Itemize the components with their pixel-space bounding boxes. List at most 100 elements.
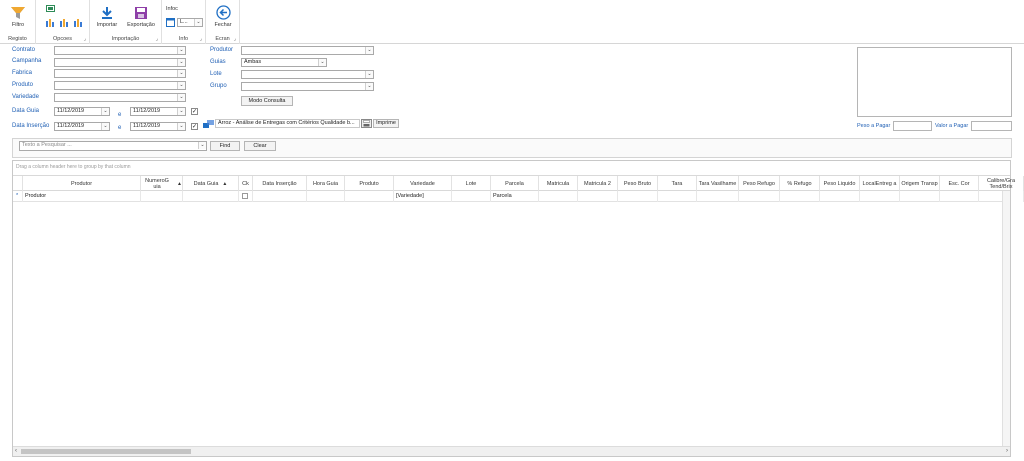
filter-cell[interactable]: [618, 191, 658, 202]
grupo-combo[interactable]: ⌄: [241, 82, 374, 91]
filter-cell[interactable]: Produtor: [23, 191, 141, 202]
column-header[interactable]: Peso Refugo: [739, 176, 780, 192]
printer-icon[interactable]: [361, 119, 372, 128]
group-panel[interactable]: Drag a column header here to group by th…: [13, 161, 1010, 175]
column-header[interactable]: % Refugo: [780, 176, 820, 192]
chevron-down-icon: ⌄: [365, 47, 373, 54]
campanha-combo[interactable]: ⌄: [54, 58, 186, 67]
guias-combo[interactable]: Ambas ⌄: [241, 58, 327, 67]
column-header[interactable]: Produtor: [23, 176, 141, 192]
data-insercao-from[interactable]: 11/12/2019 ⌄: [54, 122, 110, 131]
column-header[interactable]: NumeroG uia ▲: [141, 176, 183, 192]
options-small-icon[interactable]: [46, 5, 55, 12]
dialog-launcher-icon[interactable]: ⌟: [84, 36, 86, 42]
clear-button[interactable]: Clear: [244, 141, 276, 151]
column-header[interactable]: Variedade: [394, 176, 452, 192]
column-header[interactable]: Peso Bruto: [618, 176, 658, 192]
filter-cell[interactable]: [739, 191, 780, 202]
filter-cell[interactable]: [Variedade]: [394, 191, 452, 202]
column-header[interactable]: LocalEntreg a: [860, 176, 900, 192]
column-header-label: Origem Transp: [901, 181, 938, 187]
produtor-combo[interactable]: ⌄: [241, 46, 374, 55]
data-guia-checkbox[interactable]: ✓: [191, 108, 198, 115]
search-input[interactable]: Texto a Pesquisar ... ⌄: [19, 141, 207, 151]
filter-checkbox[interactable]: [242, 193, 248, 199]
column-header[interactable]: Matricula 2: [578, 176, 618, 192]
sort-asc-icon[interactable]: ▲: [177, 181, 182, 187]
filter-cell[interactable]: [452, 191, 491, 202]
column-header[interactable]: Esc. Cor: [940, 176, 979, 192]
dialog-launcher-icon[interactable]: ⌟: [234, 36, 236, 42]
chart-icon[interactable]: [59, 17, 71, 27]
vertical-scrollbar[interactable]: [1002, 191, 1010, 448]
report-icon: [203, 120, 214, 128]
grid-header: Produtor NumeroG uia ▲ Data Guia ▲ Ck Data Ins…: [13, 175, 1024, 192]
column-header[interactable]: Parcela: [491, 176, 539, 192]
column-header[interactable]: Matricula: [539, 176, 578, 192]
column-header[interactable]: Lote: [452, 176, 491, 192]
info-combo[interactable]: L... ⌄: [177, 18, 203, 27]
export-button[interactable]: Exportação: [123, 6, 159, 28]
filter-cell[interactable]: [940, 191, 979, 202]
filter-cell[interactable]: [539, 191, 578, 202]
column-header[interactable]: Peso Liquido: [820, 176, 860, 192]
column-header-label: Produto: [359, 181, 379, 187]
data-guia-from[interactable]: 11/12/2019 ⌄: [54, 107, 110, 116]
produto-combo[interactable]: ⌄: [54, 81, 186, 90]
filter-cell[interactable]: [780, 191, 820, 202]
contrato-combo[interactable]: ⌄: [54, 46, 186, 55]
column-header[interactable]: Origem Transp: [900, 176, 940, 192]
column-header[interactable]: Ck: [239, 176, 253, 192]
filter-cell[interactable]: [658, 191, 697, 202]
column-header[interactable]: Calibre/Gra Tend/Brix: [979, 176, 1024, 192]
scroll-right-icon[interactable]: ›: [1006, 448, 1008, 454]
column-header-label: NumeroG uia: [145, 178, 169, 190]
grupo-label: Grupo: [210, 83, 227, 89]
scrollbar-thumb[interactable]: [21, 449, 191, 454]
data-guia-to[interactable]: 11/12/2019 ⌄: [130, 107, 186, 116]
chevron-down-icon: ⌄: [318, 59, 326, 66]
column-header[interactable]: Produto: [345, 176, 394, 192]
chart-icon[interactable]: [45, 17, 57, 27]
filter-cell[interactable]: [697, 191, 739, 202]
variedade-combo[interactable]: ⌄: [54, 93, 186, 102]
modo-consulta-button[interactable]: Modo Consulta: [241, 96, 293, 106]
filter-icon: [11, 7, 25, 19]
filter-cell[interactable]: [860, 191, 900, 202]
data-insercao-to[interactable]: 11/12/2019 ⌄: [130, 122, 186, 131]
filter-cell[interactable]: [183, 191, 239, 202]
filter-cell[interactable]: [141, 191, 183, 202]
filter-cell[interactable]: [820, 191, 860, 202]
dialog-launcher-icon[interactable]: ⌟: [156, 36, 158, 42]
filter-cell[interactable]: [307, 191, 345, 202]
close-screen-button[interactable]: Fechar: [210, 5, 236, 28]
filter-cell[interactable]: [578, 191, 618, 202]
data-insercao-checkbox[interactable]: ✓: [191, 123, 198, 130]
filter-cell[interactable]: [253, 191, 307, 202]
fabrica-combo[interactable]: ⌄: [54, 69, 186, 78]
import-button[interactable]: Importar: [93, 6, 121, 28]
filter-button[interactable]: Filtro: [6, 6, 30, 28]
ribbon-toolbar: Filtro Registo Opcoes ⌟ Importar Exporta…: [0, 0, 1024, 44]
chart-icon[interactable]: [73, 17, 85, 27]
filter-cell[interactable]: Parcela: [491, 191, 539, 202]
dialog-launcher-icon[interactable]: ⌟: [200, 36, 202, 42]
find-button[interactable]: Find: [210, 141, 240, 151]
sort-asc-icon[interactable]: ▲: [222, 181, 227, 187]
ribbon-group-opcoes: Opcoes ⌟: [36, 0, 90, 44]
lote-combo[interactable]: ⌄: [241, 70, 374, 79]
column-header[interactable]: Data Inserção: [253, 176, 307, 192]
imprime-button[interactable]: Imprime: [373, 119, 399, 128]
horizontal-scrollbar[interactable]: ‹ ›: [13, 446, 1010, 456]
filter-cell[interactable]: [900, 191, 940, 202]
filter-cell[interactable]: [239, 191, 253, 202]
filter-cell[interactable]: [345, 191, 394, 202]
column-header[interactable]: Hora Guia: [307, 176, 345, 192]
column-header[interactable]: Tara: [658, 176, 697, 192]
ribbon-caption-importacao: Importação ⌟: [111, 36, 158, 42]
column-header[interactable]: Tara Vasilhame: [697, 176, 739, 192]
report-name[interactable]: Arroz - Análise de Entregas com Critério…: [215, 119, 360, 128]
column-header[interactable]: Data Guia ▲: [183, 176, 239, 192]
campanha-label: Campanha: [12, 58, 42, 64]
scroll-left-icon[interactable]: ‹: [15, 448, 17, 454]
